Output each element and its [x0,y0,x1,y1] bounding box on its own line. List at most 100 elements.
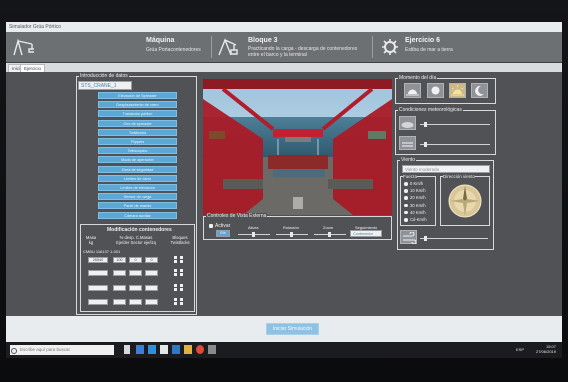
language-indicator[interactable]: ESP [510,347,524,352]
full-sun-icon[interactable] [427,83,444,98]
twistlock-toggle[interactable] [174,298,177,301]
cg-header: % desp. C.Masas Eje/der Sector eje/izq [116,235,156,245]
simulation-viewport[interactable] [203,79,392,215]
cg-input-1[interactable]: 100 [113,257,126,263]
container-mod-title: Modificación contenedores [107,227,172,233]
slider-thumb[interactable] [290,232,293,237]
wind-force-radio[interactable] [404,210,408,215]
twistlock-toggle[interactable] [180,298,183,301]
activate-checkbox[interactable] [209,224,213,228]
crane-id-field[interactable]: STS_CRANE_1 [78,81,132,90]
folder-icon[interactable] [184,345,192,354]
cg-input[interactable] [113,285,126,291]
twistlock-toggle[interactable] [180,269,183,272]
bottom-bar: Iniciar Simulación [6,316,562,342]
fog-slider[interactable] [420,142,490,147]
config-button[interactable]: Desplazamiento de carro [98,101,177,109]
cg-input-3[interactable]: 0 [145,257,158,263]
height-slider[interactable] [238,232,270,237]
slider-thumb[interactable] [328,232,331,237]
config-button[interactable]: Cámara auxiliar [98,211,177,219]
slider-thumb[interactable] [424,122,427,127]
mass-input[interactable] [88,299,108,305]
rotation-slider[interactable] [276,232,308,237]
mass-input[interactable]: 26540 [88,257,108,263]
twistlock-toggle[interactable] [180,288,183,291]
twistlock-toggle[interactable] [180,302,183,305]
wind-force-radio[interactable] [404,218,408,222]
slider-thumb[interactable] [252,232,255,237]
block-title: Bloque 3 [248,37,278,44]
twistlock-toggle[interactable] [174,302,177,305]
edge-icon[interactable] [136,345,144,354]
clock[interactable]: 15:07 27/06/2019 [530,344,556,354]
twistlock-toggle[interactable] [180,256,183,259]
twistlock-toggle[interactable] [174,260,177,263]
cloud-icon[interactable] [399,116,416,130]
cg-input[interactable] [129,270,142,276]
search-icon [11,348,17,354]
twistlock-toggle[interactable] [174,288,177,291]
cg-input[interactable] [145,270,158,276]
app-icon[interactable] [208,345,216,354]
fog-icon[interactable] [399,136,416,150]
chrome-icon[interactable] [196,345,204,354]
task-view-icon[interactable] [124,345,130,354]
config-button[interactable]: Sensor de carga [98,193,177,201]
mass-input[interactable] [88,285,108,291]
wind-compass[interactable] [447,183,483,219]
config-button[interactable]: Flippers [98,138,177,145]
explorer-icon[interactable] [148,345,156,354]
follow-select[interactable]: Contenedor [350,230,382,237]
wind-description-field[interactable]: Viento moderado [402,165,490,173]
wind-force-radio[interactable] [404,189,408,193]
cg-input[interactable] [113,299,126,305]
mass-input[interactable] [88,270,108,276]
store-icon[interactable] [160,345,168,354]
sunrise-icon[interactable] [404,83,421,98]
config-button[interactable]: Twistlocks [98,128,177,136]
moon-icon[interactable] [471,83,488,98]
sun-icon[interactable] [449,83,466,98]
cg-input[interactable] [129,299,142,305]
config-button[interactable]: Elevación de Spreader [98,92,177,99]
mail-icon[interactable] [172,345,180,354]
twistlock-toggle[interactable] [180,260,183,263]
config-button[interactable]: Límites de carro [98,174,177,182]
taskbar-search[interactable]: Escribe aquí para buscar [10,345,114,355]
cg-input[interactable] [129,285,142,291]
config-button[interactable]: Modo de operación [98,156,177,164]
slider-thumb[interactable] [424,142,427,147]
cg-input[interactable] [113,270,126,276]
cloud-slider[interactable] [420,122,490,127]
config-button[interactable]: Zona de seguridad [98,165,177,173]
config-button[interactable]: Giro de spreader [98,119,177,127]
config-button[interactable]: Telescópico [98,147,177,155]
wind-force-radio[interactable] [404,182,408,186]
config-button[interactable]: Panel de mando [98,202,177,210]
config-button[interactable]: Límites de elevación [98,184,177,191]
twistlock-toggle[interactable] [174,256,177,259]
twistlock-toggle[interactable] [174,269,177,272]
wind-icon[interactable] [400,230,417,245]
wind-force-radio[interactable] [404,203,408,208]
twistlock-toggle[interactable] [180,273,183,276]
config-button[interactable]: Traslación pórtico [98,110,177,118]
twistlock-toggle[interactable] [174,273,177,276]
machine-title: Máquina [146,37,175,44]
start-simulation-button[interactable]: Iniciar Simulación [266,323,319,335]
compass-icon [448,184,482,218]
view-value-box[interactable]: 0% [216,230,230,237]
taskbar: Escribe aquí para buscar 15:07 27/06/2019… [6,342,562,358]
twistlock-toggle[interactable] [180,284,183,287]
wind-slider[interactable] [420,236,488,241]
cg-input-2[interactable]: 0 [129,257,142,263]
cg-input[interactable] [145,299,158,305]
activate-label: Activar [215,223,231,229]
wind-force-radio[interactable] [404,196,408,200]
cg-input[interactable] [145,285,158,291]
zoom-slider[interactable] [314,232,346,237]
twistlock-toggle[interactable] [174,284,177,287]
slider-thumb[interactable] [424,236,427,241]
machine-section: Máquina Grúa Portacontenedores [6,32,211,62]
